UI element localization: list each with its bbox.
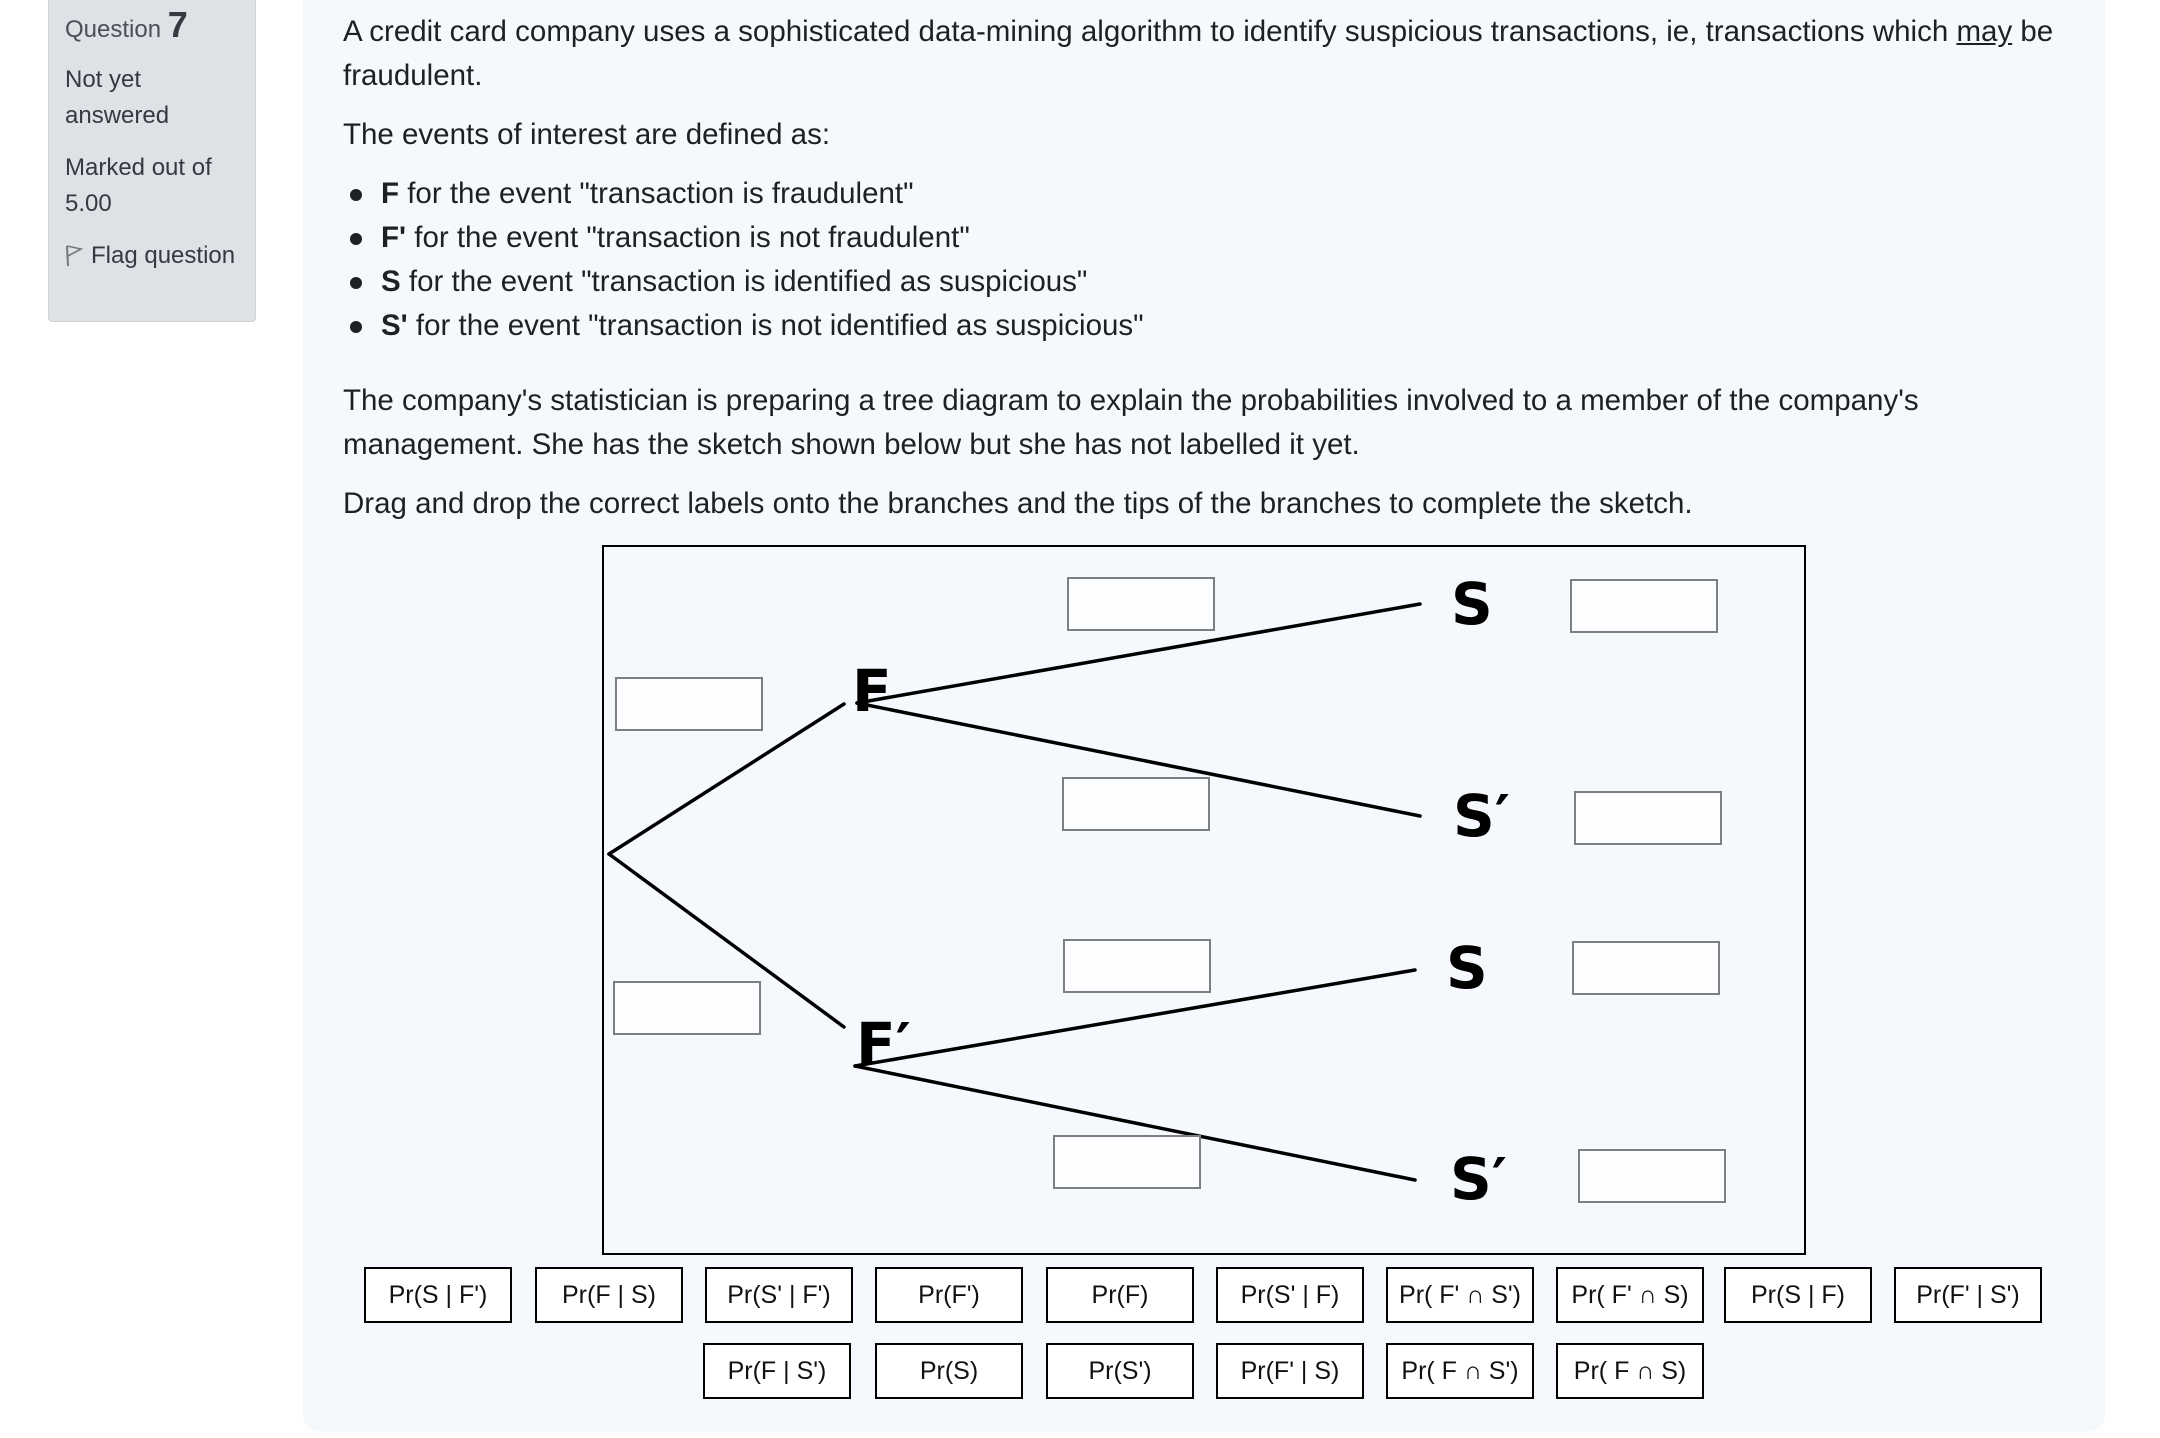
flag-icon: [66, 245, 84, 267]
tree-branches: [607, 602, 1422, 1182]
question-label: Question: [65, 16, 162, 43]
event-description: for the event "transaction is not identi…: [407, 309, 1144, 342]
event-description: for the event "transaction is fraudulent…: [399, 177, 914, 210]
emphasis-may: may: [1956, 15, 2013, 48]
drag-item[interactable]: Pr( F' ∩ S): [1556, 1267, 1704, 1323]
drag-item[interactable]: Pr(S'): [1046, 1343, 1194, 1399]
dropzone-branch-f-s[interactable]: [1067, 577, 1215, 631]
drag-item[interactable]: Pr(F | S): [535, 1267, 683, 1323]
flag-question-link[interactable]: Flag question: [65, 238, 239, 274]
event-symbol: S: [381, 265, 401, 298]
drag-item[interactable]: Pr(S): [875, 1343, 1023, 1399]
dropzone-branch-f-s-prime[interactable]: [1062, 777, 1210, 831]
drag-item[interactable]: Pr(S | F'): [364, 1267, 512, 1323]
question-text: A credit card company uses a sophisticat…: [343, 10, 2083, 541]
drag-item[interactable]: Pr(S' | F'): [705, 1267, 853, 1323]
question-grade: Marked out of 5.00: [65, 154, 212, 217]
drag-item[interactable]: Pr( F ∩ S'): [1386, 1343, 1534, 1399]
dropzone-tip-f-s[interactable]: [1570, 579, 1718, 633]
event-item: S' for the event "transaction is not ide…: [350, 304, 2083, 348]
drag-item[interactable]: Pr(F | S'): [703, 1343, 851, 1399]
drag-item[interactable]: Pr(F): [1046, 1267, 1194, 1323]
instruction-text: Drag and drop the correct labels onto th…: [343, 487, 1693, 520]
dropzone-branch-f-prime-s-prime[interactable]: [1053, 1135, 1201, 1189]
event-description: for the event "transaction is not fraudu…: [406, 221, 970, 254]
node-s-prime-lower: S′: [1450, 1145, 1508, 1213]
question-state: Not yet answered: [65, 66, 170, 129]
drag-item[interactable]: Pr(F' | S): [1216, 1343, 1364, 1399]
question-number-value: 7: [167, 4, 188, 45]
drag-item[interactable]: Pr(F'): [875, 1267, 1023, 1323]
node-s-lower: S: [1446, 934, 1488, 1002]
node-f: F: [852, 657, 892, 725]
drag-item[interactable]: Pr( F ∩ S): [1556, 1343, 1704, 1399]
tree-diagram: F F′ S S′ S S′: [602, 545, 1806, 1255]
question-info-panel: Question 7 Not yet answered Marked out o…: [48, 0, 256, 322]
dropzone-branch-f[interactable]: [615, 677, 763, 731]
node-s-prime-upper: S′: [1453, 782, 1511, 850]
event-symbol: F: [381, 177, 400, 210]
context-text: The company's statistician is preparing …: [343, 384, 1919, 461]
node-f-prime: F′: [856, 1010, 911, 1078]
dropzone-tip-f-prime-s[interactable]: [1572, 941, 1720, 995]
question-intro: A credit card company uses a sophisticat…: [343, 10, 2083, 98]
drag-item[interactable]: Pr( F' ∩ S'): [1386, 1267, 1534, 1323]
events-list: F for the event "transaction is fraudule…: [343, 172, 2083, 348]
flag-question-label: Flag question: [91, 242, 236, 269]
question-number: Question 7: [65, 7, 239, 48]
event-description: for the event "transaction is identified…: [400, 265, 1088, 298]
events-heading: The events of interest are defined as:: [343, 118, 831, 151]
event-item: F' for the event "transaction is not fra…: [350, 216, 2083, 260]
intro-text: A credit card company uses a sophisticat…: [343, 15, 1957, 48]
event-symbol: F': [381, 221, 407, 254]
drag-item[interactable]: Pr(S | F): [1724, 1267, 1872, 1323]
dropzone-branch-f-prime-s[interactable]: [1063, 939, 1211, 993]
dropzone-branch-f-prime[interactable]: [613, 981, 761, 1035]
drag-item[interactable]: Pr(F' | S'): [1894, 1267, 2042, 1323]
event-item: S for the event "transaction is identifi…: [350, 260, 2083, 304]
drag-item[interactable]: Pr(S' | F): [1216, 1267, 1364, 1323]
event-symbol: S': [381, 309, 408, 342]
dropzone-tip-f-s-prime[interactable]: [1574, 791, 1722, 845]
node-s-upper: S: [1451, 570, 1493, 638]
event-item: F for the event "transaction is fraudule…: [350, 172, 2083, 216]
dropzone-tip-f-prime-s-prime[interactable]: [1578, 1149, 1726, 1203]
